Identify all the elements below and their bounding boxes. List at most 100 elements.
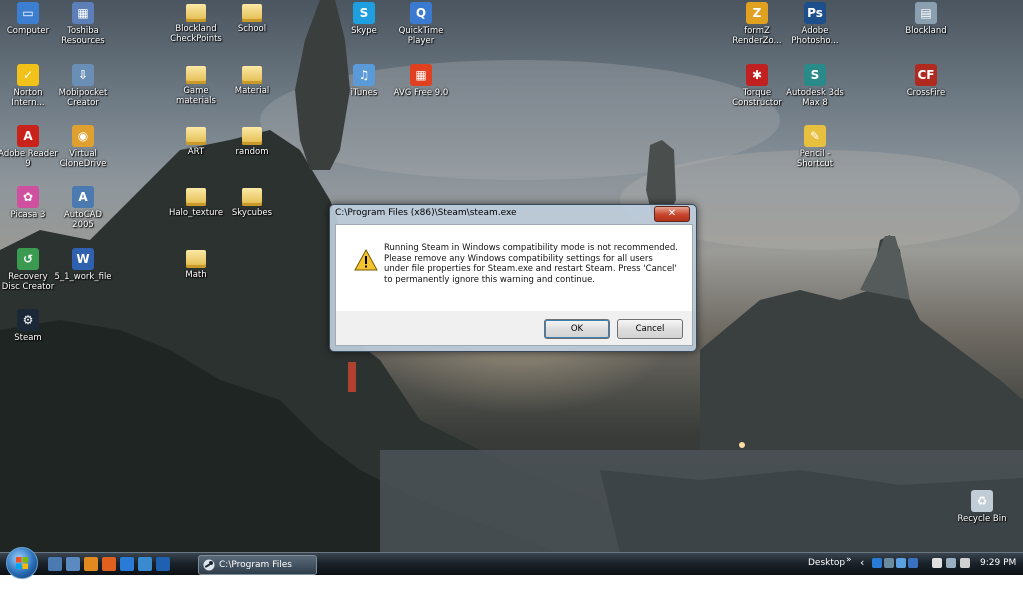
3dsmax-icon: S (804, 64, 826, 86)
desktop-shortcut[interactable]: ✱ Torque Constructor (727, 64, 787, 108)
desktop-shortcut[interactable]: Game materials (166, 64, 226, 106)
photoshop-icon: Ps (804, 2, 826, 24)
computer-icon: ▭ (17, 2, 39, 24)
desktop-shortcut[interactable]: School (222, 2, 282, 34)
crossfire-icon: CF (915, 64, 937, 86)
dialog-titlebar[interactable]: C:\Program Files (x86)\Steam\steam.exe ✕ (330, 205, 696, 223)
media-player-icon[interactable] (84, 557, 98, 571)
folder-icon (186, 4, 206, 22)
desktop-shortcut[interactable]: Ps Adobe Photosho... (785, 2, 845, 46)
show-desktop-icon[interactable] (48, 557, 62, 571)
start-button[interactable] (6, 547, 38, 579)
desktop-shortcut-label: formZ RenderZo... (732, 26, 782, 46)
desktop-shortcut[interactable]: ✿ Picasa 3 (0, 186, 58, 220)
tray-app-icon[interactable] (908, 558, 918, 568)
desktop-shortcut-label: CrossFire (906, 88, 946, 98)
desktop-shortcut-label: QuickTime Player (398, 26, 444, 46)
desktop-shortcut[interactable]: ⚙ Steam (0, 309, 58, 343)
desktop-shortcut[interactable]: Material (222, 64, 282, 96)
desktop-shortcut[interactable]: random (222, 125, 282, 157)
blockland-icon: ▤ (915, 2, 937, 24)
desktop-shortcut[interactable]: Q QuickTime Player (391, 2, 451, 46)
clock[interactable]: 9:29 PM (980, 558, 1016, 568)
desktop-toolbar-label[interactable]: Desktop (808, 558, 845, 568)
desktop-shortcut-label: School (237, 24, 267, 34)
word-quicklaunch-icon[interactable] (156, 557, 170, 571)
desktop-shortcut[interactable]: ♫ iTunes (334, 64, 394, 98)
switch-windows-icon[interactable] (66, 557, 80, 571)
desktop-shortcut-label: Game materials (176, 86, 216, 106)
recovery-icon: ↺ (17, 248, 39, 270)
toolbar-chevron-icon[interactable]: » (846, 555, 852, 565)
dialog-message-line: Please remove any Windows compatibility … (384, 253, 653, 264)
word-doc-icon: W (72, 248, 94, 270)
desktop-shortcut[interactable]: W 5_1_work_file (53, 248, 113, 282)
skype-quicklaunch-icon[interactable] (138, 557, 152, 571)
desktop-shortcut-label: Material (234, 86, 270, 96)
mobipocket-icon: ⇩ (72, 64, 94, 86)
desktop-shortcut[interactable]: ⇩ Mobipocket Creator (53, 64, 113, 108)
desktop-shortcut-label: Autodesk 3ds Max 8 (786, 88, 844, 108)
desktop-shortcut[interactable]: ▭ Computer (0, 2, 58, 36)
desktop-shortcut-label: iTunes (350, 88, 378, 98)
tray-app-icon[interactable] (946, 558, 956, 568)
desktop-shortcut[interactable]: ◉ Virtual CloneDrive (53, 125, 113, 169)
folder-icon (242, 66, 262, 84)
desktop-shortcut[interactable]: CF CrossFire (896, 64, 956, 98)
clonedrive-icon: ◉ (72, 125, 94, 147)
desktop-shortcut[interactable]: Blockland CheckPoints (166, 2, 226, 44)
cancel-button[interactable]: Cancel (617, 319, 683, 339)
desktop-shortcut[interactable]: ▦ AVG Free 9.0 (391, 64, 451, 98)
desktop-shortcut-label: 5_1_work_file (54, 272, 112, 282)
desktop-shortcut-label: Halo_texture (168, 208, 224, 218)
desktop-shortcut-label: AutoCAD 2005 (63, 210, 103, 230)
desktop-shortcut[interactable]: Halo_texture (166, 186, 226, 218)
desktop-shortcut-label: Picasa 3 (10, 210, 46, 220)
dialog-button-bar: OK Cancel (335, 311, 693, 346)
folder-icon (242, 188, 262, 206)
desktop-shortcut[interactable]: ZformZ RenderZo... (727, 2, 787, 46)
desktop-shortcut[interactable]: S Skype (334, 2, 394, 36)
desktop-shortcut-label: Torque Constructor (732, 88, 782, 108)
desktop-shortcut[interactable]: A AutoCAD 2005 (53, 186, 113, 230)
desktop-shortcut[interactable]: ↺ Recovery Disc Creator (0, 248, 58, 292)
recycle-bin-icon: ♻ (971, 490, 993, 512)
close-icon: ✕ (667, 208, 677, 219)
desktop-shortcut[interactable]: ♻ Recycle Bin (952, 490, 1012, 524)
tray-app-icon[interactable] (872, 558, 882, 568)
desktop-shortcut[interactable]: A Adobe Reader 9 (0, 125, 58, 169)
autocad-icon: A (72, 186, 94, 208)
close-button[interactable]: ✕ (654, 206, 690, 222)
desktop-shortcut-label: Blockland CheckPoints (170, 24, 222, 44)
desktop-shortcut[interactable]: ✓ Norton Intern... (0, 64, 58, 108)
folder-icon (242, 127, 262, 145)
tray-app-icon[interactable] (884, 558, 894, 568)
desktop-shortcut-label: Adobe Photosho... (791, 26, 839, 46)
steam-small-icon (203, 559, 215, 571)
tray-expand-icon[interactable]: ‹ (860, 556, 864, 569)
desktop-shortcut[interactable]: Skycubes (222, 186, 282, 218)
taskbar-steam-window-button[interactable]: C:\Program Files (x8... (198, 555, 317, 588)
desktop-shortcut-label: ART (187, 147, 205, 157)
volume-icon[interactable] (960, 558, 970, 568)
desktop-shortcut[interactable]: ▦ Toshiba Resources (53, 2, 113, 46)
internet-explorer-icon[interactable] (120, 557, 134, 571)
desktop-shortcut[interactable]: ✎ Pencil - Shortcut (785, 125, 845, 169)
desktop-shortcut[interactable]: ART (166, 125, 226, 157)
desktop-shortcut-label: Steam (14, 333, 42, 343)
itunes-icon: ♫ (353, 64, 375, 86)
tray-app-icon[interactable] (896, 558, 906, 568)
desktop-shortcut[interactable]: S Autodesk 3ds Max 8 (785, 64, 845, 108)
network-icon[interactable] (932, 558, 942, 568)
dialog-message-line: under file properties for Steam.exe and … (384, 264, 677, 274)
windows-logo-icon (16, 557, 28, 569)
folder-icon (186, 127, 206, 145)
skype-icon: S (353, 2, 375, 24)
toshiba-icon: ▦ (72, 2, 94, 24)
desktop-shortcut-label: Toshiba Resources (61, 26, 105, 46)
torque-icon: ✱ (746, 64, 768, 86)
ok-button[interactable]: OK (544, 319, 610, 339)
firefox-icon[interactable] (102, 557, 116, 571)
desktop-shortcut[interactable]: ▤ Blockland (896, 2, 956, 36)
desktop-shortcut[interactable]: Math (166, 248, 226, 280)
